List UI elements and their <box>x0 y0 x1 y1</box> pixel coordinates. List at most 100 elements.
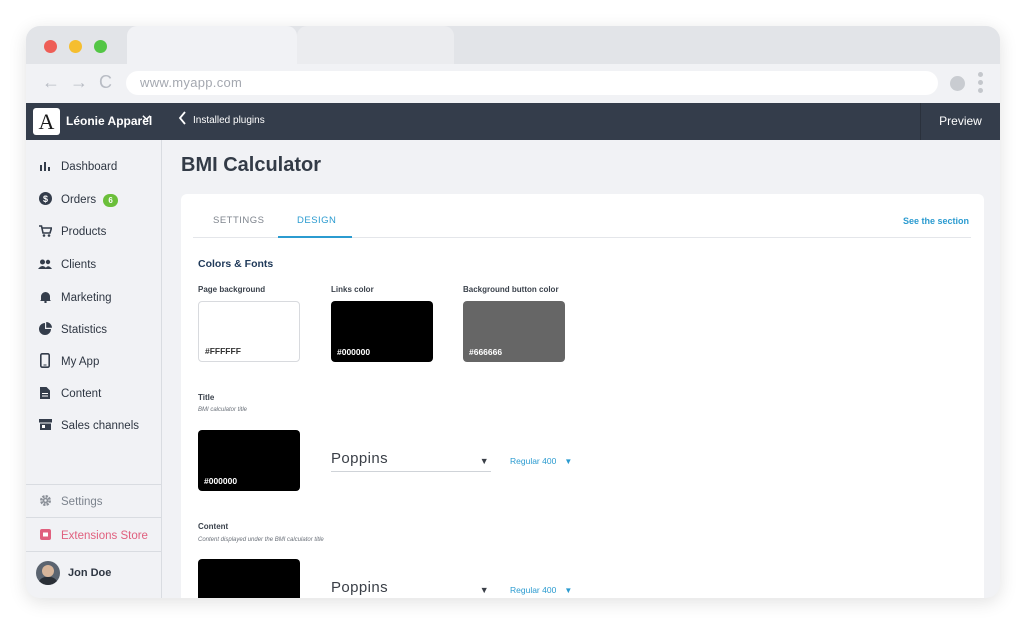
sidebar-item-settings[interactable]: Settings <box>26 490 162 514</box>
app-top-bar: A Léonie Apparel Installed plugins Previ… <box>26 103 1000 140</box>
colors-fonts-heading: Colors & Fonts <box>198 258 274 270</box>
content-weight-value: Regular 400 <box>510 585 557 595</box>
orders-count-badge: 6 <box>103 193 119 207</box>
title-weight-value: Regular 400 <box>510 456 557 466</box>
sidebar-item-clients[interactable]: Clients <box>26 253 162 277</box>
sidebar-item-marketing[interactable]: Marketing <box>26 286 162 310</box>
avatar <box>36 561 60 585</box>
title-font-value: Poppins <box>331 450 389 467</box>
sidebar: Dashboard $ Orders 6 Products Clients Ma… <box>26 140 162 598</box>
sidebar-item-label: Sales channels <box>61 420 139 432</box>
see-section-link[interactable]: See the section <box>903 216 969 226</box>
content-font-value: Poppins <box>331 579 389 596</box>
links-color-swatch[interactable]: #000000 <box>331 301 433 362</box>
links-color-label: Links color <box>331 285 374 294</box>
cart-icon <box>37 224 53 240</box>
sidebar-item-label: Marketing <box>61 292 112 304</box>
page-background-swatch[interactable]: #FFFFFF <box>198 301 300 362</box>
tab-settings[interactable]: SETTINGS <box>213 215 265 226</box>
title-weight-select[interactable]: Regular 400 ▼ <box>510 456 572 466</box>
sidebar-divider <box>26 551 162 552</box>
tab-design[interactable]: DESIGN <box>297 215 336 226</box>
content-sublabel: Content displayed under the BMI calculat… <box>198 537 324 543</box>
user-name: Jon Doe <box>68 567 112 579</box>
page-background-label: Page background <box>198 285 266 294</box>
store-icon <box>37 419 53 433</box>
sidebar-item-content[interactable]: Content <box>26 382 162 406</box>
sidebar-divider <box>26 484 162 485</box>
caret-down-icon: ▼ <box>564 586 573 595</box>
sidebar-divider <box>26 517 162 518</box>
title-color-swatch[interactable]: #000000 <box>198 430 300 491</box>
chevron-down-icon[interactable] <box>142 113 151 125</box>
svg-text:$: $ <box>42 194 47 204</box>
sidebar-item-label: Extensions Store <box>61 530 148 542</box>
content-weight-select[interactable]: Regular 400 ▼ <box>510 585 572 595</box>
button-background-value: #666666 <box>469 347 503 357</box>
installed-plugins-label: Installed plugins <box>193 115 265 126</box>
store-name[interactable]: Léonie Apparel <box>66 114 152 128</box>
caret-down-icon: ▼ <box>479 456 489 466</box>
sidebar-item-label: Orders <box>61 194 97 206</box>
button-background-swatch[interactable]: #666666 <box>463 301 565 362</box>
sidebar-item-label: Statistics <box>61 324 108 336</box>
sidebar-item-label: Content <box>61 388 102 400</box>
maximize-window-button[interactable] <box>94 40 107 53</box>
caret-down-icon: ▼ <box>564 457 573 466</box>
bell-icon <box>37 291 53 306</box>
close-window-button[interactable] <box>44 40 57 53</box>
installed-plugins-link[interactable]: Installed plugins <box>178 111 265 130</box>
chevron-left-icon <box>178 111 187 130</box>
document-icon <box>37 386 53 402</box>
caret-down-icon: ▼ <box>479 585 489 595</box>
tab-bar: SETTINGS DESIGN See the section <box>193 206 971 238</box>
sidebar-item-label: Products <box>61 226 107 238</box>
minimize-window-button[interactable] <box>69 40 82 53</box>
sidebar-item-label: Dashboard <box>61 161 118 173</box>
title-font-select[interactable]: Poppins ▼ <box>331 450 491 472</box>
active-tab-indicator <box>278 236 352 238</box>
preview-button[interactable]: Preview <box>920 103 1000 140</box>
links-color-value: #000000 <box>337 347 371 357</box>
back-arrow-icon[interactable]: ← <box>42 72 60 92</box>
pie-chart-icon <box>37 322 53 338</box>
store-logo[interactable]: A <box>33 108 60 135</box>
sidebar-item-orders[interactable]: $ Orders 6 <box>26 188 162 212</box>
title-color-value: #000000 <box>204 476 238 486</box>
content-font-select[interactable]: Poppins ▼ <box>331 579 491 598</box>
browser-tab-strip <box>26 26 1000 64</box>
content-color-swatch[interactable]: #000000 <box>198 559 300 598</box>
page-background-value: #FFFFFF <box>205 346 241 356</box>
sidebar-item-extensions-store[interactable]: Extensions Store <box>26 524 162 548</box>
extensions-icon <box>37 529 53 543</box>
sidebar-item-sales-channels[interactable]: Sales channels <box>26 414 162 438</box>
url-bar[interactable]: www.myapp.com <box>126 71 938 95</box>
title-sublabel: BMI calculator title <box>198 407 248 413</box>
design-card: SETTINGS DESIGN See the section Colors &… <box>181 194 984 598</box>
address-bar-row: ← → C www.myapp.com <box>26 64 1000 102</box>
sidebar-item-dashboard[interactable]: Dashboard <box>26 155 162 179</box>
browser-tab-inactive[interactable] <box>297 26 454 64</box>
profile-circle-icon[interactable] <box>950 76 965 91</box>
dollar-circle-icon: $ <box>37 192 53 208</box>
bar-chart-icon <box>37 160 53 174</box>
sidebar-item-products[interactable]: Products <box>26 220 162 244</box>
kebab-menu-icon[interactable] <box>978 72 984 94</box>
forward-arrow-icon[interactable]: → <box>70 72 88 92</box>
people-icon <box>37 258 53 272</box>
sidebar-item-label: Settings <box>61 496 103 508</box>
title-label: Title <box>198 393 215 402</box>
page-title: BMI Calculator <box>181 154 322 176</box>
browser-tab-active[interactable] <box>127 26 297 64</box>
sidebar-item-label: Clients <box>61 259 97 271</box>
browser-window: ← → C www.myapp.com A Léonie Apparel Ins… <box>26 26 1000 598</box>
reload-icon[interactable]: C <box>99 72 112 92</box>
sidebar-item-label: My App <box>61 356 100 368</box>
user-profile[interactable]: Jon Doe <box>26 561 162 585</box>
button-background-label: Background button color <box>463 285 559 294</box>
phone-icon <box>37 353 53 371</box>
gear-icon <box>37 494 53 510</box>
sidebar-item-statistics[interactable]: Statistics <box>26 318 162 342</box>
content-label: Content <box>198 522 229 531</box>
sidebar-item-my-app[interactable]: My App <box>26 350 162 374</box>
